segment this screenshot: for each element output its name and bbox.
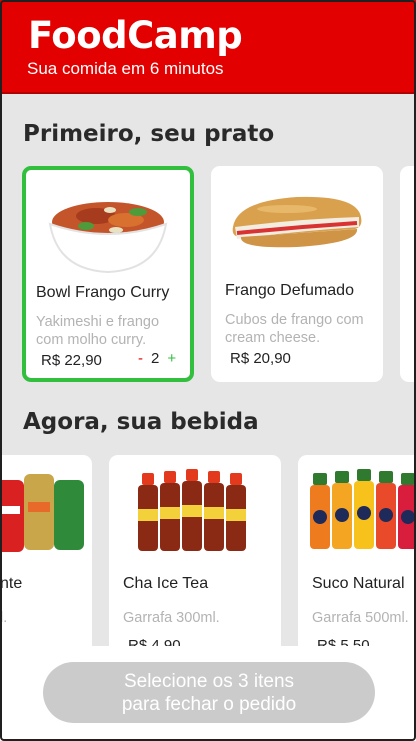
juice-bottles-image <box>298 459 416 563</box>
dish-description: Cubos de frango com cream cheese. <box>225 312 364 346</box>
decrease-button[interactable]: - <box>138 350 143 367</box>
drink-card-cha-ice-tea[interactable]: Cha Ice Tea Garrafa 300ml. R$ 4,90 <box>109 455 281 646</box>
quantity-value: 2 <box>151 350 160 367</box>
drink-name: Suco Natural <box>312 575 405 592</box>
drink-card-refrigerante[interactable]: nte l. <box>0 455 92 646</box>
app-header: FoodCamp Sua comida em 6 minutos <box>0 0 416 94</box>
app-logo: FoodCamp <box>28 14 243 57</box>
soda-cans-image <box>0 459 92 563</box>
bowl-image <box>26 176 190 280</box>
drink-name: Cha Ice Tea <box>123 575 209 592</box>
dish-description: Yakimeshi e frango com molho curry. <box>36 314 160 348</box>
dishes-section-title: Primeiro, seu prato <box>23 121 275 147</box>
dish-card-partial[interactable] <box>400 166 416 382</box>
dishes-carousel[interactable]: Bowl Frango Curry Yakimeshi e frango com… <box>0 166 416 382</box>
checkout-button[interactable]: Selecione os 3 itens para fechar o pedid… <box>43 662 375 723</box>
dish-card-frango-defumado[interactable]: Frango Defumado Cubos de frango com crea… <box>211 166 383 382</box>
dish-price: R$ 20,90 <box>230 350 291 367</box>
drinks-section-title: Agora, sua bebida <box>23 409 259 435</box>
dish-name: Bowl Frango Curry <box>36 284 170 301</box>
dish-card-bowl-frango-curry[interactable]: Bowl Frango Curry Yakimeshi e frango com… <box>22 166 194 382</box>
dish-name: Frango Defumado <box>225 282 354 299</box>
drink-description: Garrafa 300ml. <box>123 610 220 626</box>
drink-price: R$ 4,90 <box>128 637 181 646</box>
drink-card-suco-natural[interactable]: Suco Natural Garrafa 500ml. R$ 5,50 <box>298 455 416 646</box>
drink-description: l. <box>0 610 8 626</box>
drink-name: nte <box>0 575 23 592</box>
quantity-stepper: - 2 + <box>138 350 176 367</box>
sandwich-image <box>211 170 383 274</box>
increase-button[interactable]: + <box>167 350 176 367</box>
drink-description: Garrafa 500ml. <box>312 610 409 626</box>
drinks-carousel[interactable]: nte l. Cha Ice Tea Garrafa 300ml. R$ 4,9… <box>0 455 416 646</box>
dish-price: R$ 22,90 <box>41 352 102 369</box>
ice-tea-bottles-image <box>109 459 281 563</box>
drink-price: R$ 5,50 <box>317 637 370 646</box>
app-tagline: Sua comida em 6 minutos <box>27 59 224 78</box>
